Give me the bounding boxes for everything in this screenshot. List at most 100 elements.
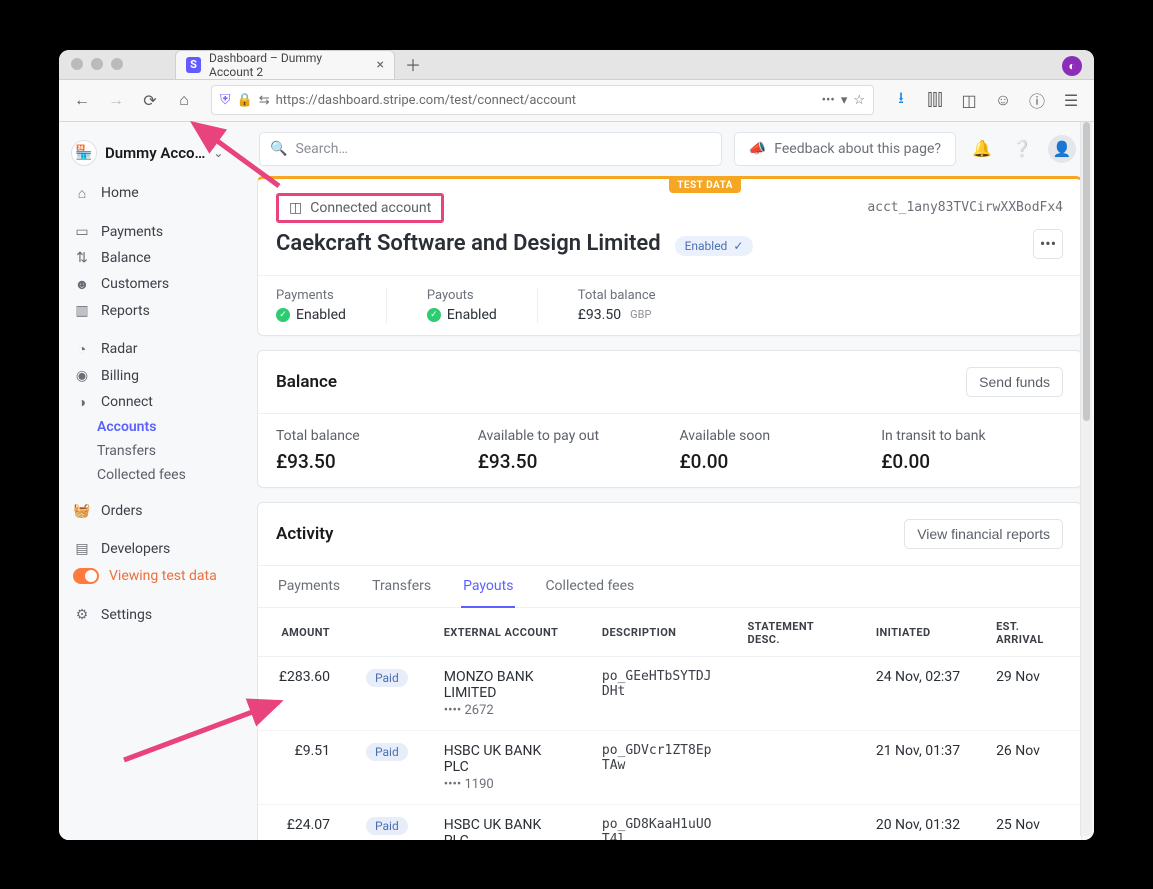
shield-icon: ⛨ (220, 92, 231, 108)
test-data-toggle[interactable]: Viewing test data (59, 562, 257, 590)
nav-orders[interactable]: 🧺Orders (59, 498, 257, 524)
nav-customers[interactable]: ☻Customers (59, 271, 257, 298)
cell-initiated: 21 Nov, 01:37 (858, 730, 978, 804)
page-actions-icon[interactable]: ••• (822, 93, 835, 108)
info-icon[interactable]: ⓘ (1022, 85, 1052, 115)
user-avatar[interactable]: 👤 (1048, 135, 1076, 163)
account-switcher[interactable]: 🏪 Dummy Acco… ⌄ (59, 132, 257, 174)
profile-icon[interactable]: ☺ (988, 85, 1018, 115)
notifications-icon[interactable]: 🔔 (968, 139, 996, 158)
test-data-badge: TEST DATA (669, 178, 741, 193)
cell-description: po_GEeHTbSYTDJDHt (584, 656, 730, 730)
table-row[interactable]: £283.60PaidMONZO BANK LIMITED•••• 2672po… (258, 656, 1081, 730)
subnav-accounts[interactable]: Accounts (97, 416, 257, 438)
send-funds-button[interactable]: Send funds (966, 367, 1063, 397)
account-id[interactable]: acct_1any83TVCirwXXBodFx4 (867, 200, 1063, 215)
tab-payments[interactable]: Payments (276, 566, 342, 607)
cell-status: Paid (348, 730, 426, 804)
cell-description: po_GD8KaaH1uUOT4l (584, 804, 730, 840)
cell-status: Paid (348, 804, 426, 840)
library-icon[interactable]: ⫿⫿⫿ (920, 85, 950, 115)
feedback-button[interactable]: 📣 Feedback about this page? (734, 132, 956, 166)
activity-card: Activity View financial reports Payments… (257, 502, 1082, 840)
nav-developers[interactable]: ▤Developers (59, 536, 257, 562)
reader-icon[interactable]: ▾ (841, 93, 848, 108)
tab-title: Dashboard – Dummy Account 2 (209, 51, 369, 79)
tab-collected-fees[interactable]: Collected fees (543, 566, 636, 607)
cell-external-account: MONZO BANK LIMITED•••• 2672 (426, 656, 584, 730)
sidebar: 🏪 Dummy Acco… ⌄ ⌂Home ▭Payments ⇅Balance… (59, 122, 257, 840)
scrollbar-thumb[interactable] (1083, 122, 1090, 422)
check-icon: ✓ (427, 308, 441, 322)
browser-window: S Dashboard – Dummy Account 2 × ＋ ◐ ← → … (59, 50, 1094, 840)
new-tab-button[interactable]: ＋ (405, 52, 421, 76)
table-row[interactable]: £24.07PaidHSBC UK BANK PLC•••• 1190po_GD… (258, 804, 1081, 840)
search-input[interactable]: 🔍 Search… (259, 132, 722, 166)
scrollbar[interactable] (1080, 122, 1092, 836)
url-text: https://dashboard.stripe.com/test/connec… (276, 93, 816, 108)
gear-icon: ⚙ (73, 607, 91, 623)
nav-payments[interactable]: ▭Payments (59, 219, 257, 245)
close-tab-icon[interactable]: × (377, 58, 384, 72)
cell-arrival: 25 Nov (978, 804, 1081, 840)
tab-transfers[interactable]: Transfers (370, 566, 433, 607)
connected-account-label: ◫ Connected account (276, 193, 444, 223)
cell-arrival: 26 Nov (978, 730, 1081, 804)
switch-on-icon (73, 568, 99, 584)
permissions-icon: ⇆ (259, 93, 270, 108)
search-placeholder: Search… (295, 141, 347, 157)
lock-icon: 🔒 (237, 93, 253, 108)
status-badge: Enabled ✓ (675, 236, 754, 256)
cell-statement (729, 656, 857, 730)
table-row[interactable]: £9.51PaidHSBC UK BANK PLC•••• 1190po_GDV… (258, 730, 1081, 804)
url-toolbar: ← → ⟳ ⌂ ⛨ 🔒 ⇆ https://dashboard.stripe.c… (59, 80, 1094, 122)
nav-radar[interactable]: ◔Radar (59, 336, 257, 363)
connect-icon: ◫ (289, 200, 302, 216)
minimize-window-icon[interactable] (91, 58, 103, 70)
back-button[interactable]: ← (67, 85, 97, 115)
cell-description: po_GDVcr1ZT8EpTAw (584, 730, 730, 804)
cell-arrival: 29 Nov (978, 656, 1081, 730)
titlebar: S Dashboard – Dummy Account 2 × ＋ ◐ (59, 50, 1094, 80)
cell-amount: £283.60 (258, 656, 348, 730)
cell-initiated: 24 Nov, 02:37 (858, 656, 978, 730)
nav-home[interactable]: ⌂Home (59, 180, 257, 207)
stripe-favicon-icon: S (186, 57, 201, 73)
subnav-transfers[interactable]: Transfers (97, 440, 257, 462)
sidebar-icon[interactable]: ◫ (954, 85, 984, 115)
tab-payouts[interactable]: Payouts (461, 566, 515, 608)
close-window-icon[interactable] (71, 58, 83, 70)
nav-settings[interactable]: ⚙Settings (59, 602, 257, 628)
menu-icon[interactable]: ☰ (1056, 85, 1086, 115)
downloads-icon[interactable]: ⭳ (886, 85, 916, 115)
connect-icon: ◑ (73, 394, 91, 411)
account-name-short: Dummy Acco… (105, 144, 205, 162)
view-reports-button[interactable]: View financial reports (904, 519, 1063, 549)
account-header-card: TEST DATA ◫ Connected account acct_1any8… (257, 176, 1082, 336)
nav-reports[interactable]: ▥Reports (59, 298, 257, 324)
help-icon[interactable]: ❔ (1008, 139, 1036, 158)
zoom-window-icon[interactable] (111, 58, 123, 70)
nav-balance[interactable]: ⇅Balance (59, 245, 257, 271)
browser-tab[interactable]: S Dashboard – Dummy Account 2 × (175, 50, 395, 79)
nav-connect[interactable]: ◑Connect (59, 389, 257, 416)
reload-button[interactable]: ⟳ (135, 85, 165, 115)
check-icon: ✓ (733, 239, 743, 253)
activity-title: Activity (276, 524, 333, 544)
forward-button: → (101, 85, 131, 115)
address-bar[interactable]: ⛨ 🔒 ⇆ https://dashboard.stripe.com/test/… (211, 85, 874, 115)
subnav-collected-fees[interactable]: Collected fees (97, 464, 257, 486)
nav-billing[interactable]: ◉Billing (59, 363, 257, 389)
cell-statement (729, 730, 857, 804)
home-button[interactable]: ⌂ (169, 85, 199, 115)
orders-icon: 🧺 (73, 503, 91, 519)
cell-external-account: HSBC UK BANK PLC•••• 1190 (426, 730, 584, 804)
home-icon: ⌂ (73, 185, 91, 202)
cell-external-account: HSBC UK BANK PLC•••• 1190 (426, 804, 584, 840)
cell-amount: £9.51 (258, 730, 348, 804)
stripe-dashboard: 🏪 Dummy Acco… ⌄ ⌂Home ▭Payments ⇅Balance… (59, 122, 1094, 840)
private-mode-icon: ◐ (1062, 56, 1082, 76)
store-icon: 🏪 (71, 140, 97, 166)
more-actions-button[interactable]: ••• (1033, 229, 1063, 259)
bookmark-icon[interactable]: ☆ (853, 93, 865, 108)
